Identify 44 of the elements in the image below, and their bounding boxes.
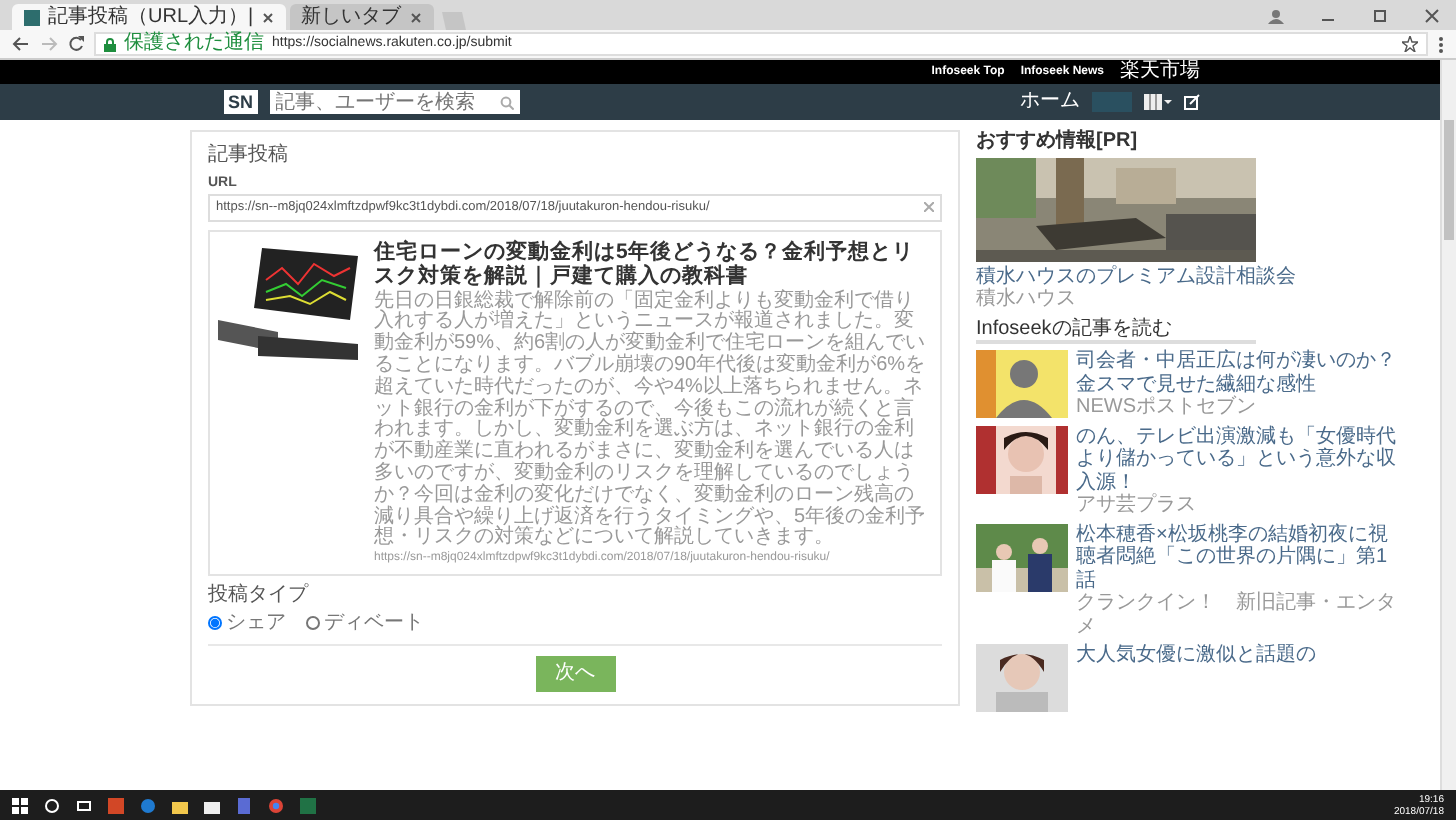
news-title[interactable]: 松本穂香×松坂桃李の結婚初夜に視聴者悶絶「この世界の片隅に」第1話 bbox=[1076, 523, 1400, 592]
form-title: 記事投稿 bbox=[208, 144, 290, 167]
grid-menu-icon[interactable] bbox=[1144, 94, 1172, 110]
radio-label[interactable]: ディベート bbox=[324, 611, 424, 635]
radio-button[interactable] bbox=[306, 615, 320, 630]
search-icon bbox=[499, 95, 514, 109]
home-link[interactable]: ホーム bbox=[1020, 90, 1080, 114]
scrollbar[interactable] bbox=[1440, 60, 1456, 790]
news-source: NEWSポストセブン bbox=[1076, 396, 1258, 419]
star-icon[interactable] bbox=[1402, 36, 1418, 52]
news-title[interactable]: 司会者・中居正広は何が凄いのか？金スマで見せた繊細な感性 bbox=[1076, 350, 1400, 396]
ad-source: 積水ハウス bbox=[976, 288, 1078, 311]
post-type-label: 投稿タイプ bbox=[208, 584, 311, 608]
browser-tab[interactable]: 記事投稿（URL入力）| bbox=[12, 4, 286, 30]
task-view-icon[interactable] bbox=[76, 797, 92, 813]
section-heading: Infoseekの記事を読む bbox=[976, 317, 1256, 344]
radio-button[interactable] bbox=[208, 615, 222, 630]
close-icon[interactable] bbox=[1424, 8, 1440, 24]
news-source: クランクイン！ 新旧記事・エンタメ bbox=[1076, 592, 1398, 638]
ad-title[interactable]: 積水ハウスのプレミアム設計相談会 bbox=[976, 265, 1400, 288]
lock-icon bbox=[104, 37, 116, 51]
security-label: 保護された通信 bbox=[124, 32, 264, 56]
preview-title: 住宅ローンの変動金利は5年後どうなる？金利予想とリスク対策を解説｜戸建て購入の教科書 bbox=[374, 239, 916, 288]
search-field[interactable]: 記事、ユーザーを検索 bbox=[269, 90, 520, 114]
news-title[interactable]: 大人気女優に激似と話題の bbox=[1076, 644, 1316, 667]
site-icon bbox=[24, 9, 40, 25]
back-icon[interactable] bbox=[12, 36, 30, 52]
radio-label[interactable]: シェア bbox=[226, 611, 286, 635]
close-icon[interactable] bbox=[409, 11, 422, 23]
user-icon[interactable] bbox=[1268, 8, 1284, 24]
top-link[interactable]: 楽天市場 bbox=[1120, 60, 1200, 84]
site-logo[interactable]: SN bbox=[224, 89, 258, 115]
news-title[interactable]: のん、テレビ出演激減も「女優時代より儲かっている」という意外な収入源！ bbox=[1076, 425, 1400, 494]
circle-icon[interactable] bbox=[44, 797, 60, 813]
edit-icon[interactable] bbox=[1184, 94, 1200, 110]
news-source: アサ芸プラス bbox=[1076, 494, 1198, 517]
maximize-icon[interactable] bbox=[1372, 8, 1388, 24]
close-icon[interactable] bbox=[261, 11, 274, 23]
windows-icon[interactable] bbox=[12, 797, 28, 813]
browser-tab[interactable]: 新しいタブ bbox=[289, 4, 434, 30]
section-heading: おすすめ情報[PR] bbox=[976, 130, 1140, 153]
preview-description: 先日の日銀総裁で解除前の「固定金利よりも変動金利で借り入れする人が増えた」というニュースが報道されました。変動金利が59%、約6割の人が変動金利で住宅ローンを組んでいることになります。バブル崩壊の90年代後は変動金利が6%を超えていた時代だったのが、今や4%以上落ちられません。ネット銀行の金利が下がするので、今後もこの流れが続くと言われます。しかし、変動金利を選ぶ方は、ネット銀行の金利が不動産業に直われるがまさに、変動金利を選んでいる人は多いのですが、変動金利のリスクを理解しているのでしょうか？今回は金利の変化だけでなく、変動金利のローン残高の減り具合や繰り上げ返済を行うタイミングや、5年後の金利予想・リスクの対策などについて解説していきます。 bbox=[374, 291, 928, 551]
menu-icon[interactable] bbox=[1438, 35, 1444, 53]
reload-icon[interactable] bbox=[68, 36, 84, 52]
